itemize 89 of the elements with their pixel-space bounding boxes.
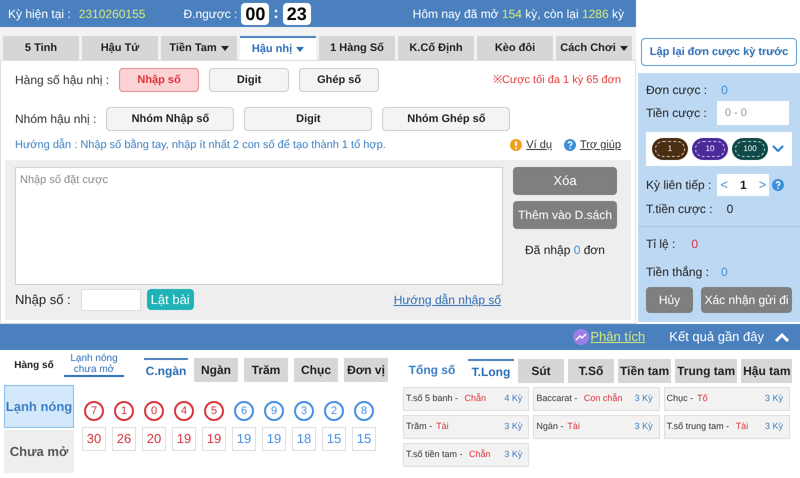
row-heading: Lạnh nóng bbox=[4, 385, 74, 428]
chip-icon[interactable]: 10 bbox=[692, 138, 728, 160]
bet-count-label: Đơn cược : bbox=[646, 82, 708, 99]
game-tab[interactable]: 5 Tinh bbox=[3, 36, 79, 60]
streak-count: 3 Kỳ bbox=[764, 420, 783, 434]
count-cell: 19 bbox=[172, 427, 196, 451]
bet-numbers-field[interactable]: Nhập số đặt cược bbox=[15, 166, 503, 284]
count-cell: 26 bbox=[112, 427, 136, 451]
input-guide-link[interactable]: Hướng dẫn nhập số bbox=[394, 290, 501, 308]
count-cell: 19 bbox=[232, 427, 256, 451]
option-label: Nhóm hậu nhị : bbox=[15, 111, 96, 128]
streak-text: T.số 5 banh - Chẵn bbox=[406, 392, 486, 406]
option-button[interactable]: Nhóm Nhập số bbox=[106, 107, 234, 131]
bet-amount-field[interactable]: 0 - 0 bbox=[716, 101, 789, 125]
count-cell: 19 bbox=[262, 427, 286, 451]
streak-text: Trăm - Tài bbox=[406, 420, 449, 434]
option-button[interactable]: Digit bbox=[244, 107, 372, 131]
count-cell: 15 bbox=[322, 427, 346, 451]
recent-results-title: Kết quả gần đây bbox=[669, 328, 764, 346]
count-cell: 18 bbox=[292, 427, 316, 451]
number-input-label: Nhập số : bbox=[15, 290, 71, 309]
chip-icon[interactable]: 100 bbox=[732, 138, 768, 160]
countdown-seconds: 23 bbox=[282, 2, 311, 24]
count-cell: 20 bbox=[142, 427, 166, 451]
position-tab[interactable]: Trăm bbox=[244, 358, 288, 382]
bet-count-value: 0 bbox=[721, 82, 728, 99]
total-bet-value: 0 bbox=[726, 201, 734, 218]
count-cell: 19 bbox=[202, 427, 226, 451]
period-number: 2310260155 bbox=[78, 6, 146, 22]
game-tab[interactable]: K.Cố Định bbox=[398, 36, 474, 60]
clear-button[interactable]: Xóa bbox=[513, 166, 617, 194]
option-button[interactable]: Ghép số bbox=[299, 68, 380, 92]
consecutive-value: 1 bbox=[740, 177, 747, 194]
streak-count: 3 Kỳ bbox=[764, 392, 783, 406]
count-cell: 30 bbox=[82, 427, 106, 451]
count-cell: 15 bbox=[352, 427, 376, 451]
winnings-value: 0 bbox=[720, 264, 728, 281]
streak-count: 3 Kỳ bbox=[634, 392, 653, 406]
guide-text: Hướng dẫn : Nhập số bằng tay, nhập ít nhất 2 con số để tạo thành 1 tổ hợp. bbox=[15, 138, 386, 153]
streak-count: 3 Kỳ bbox=[504, 448, 522, 462]
entered-count: Đã nhập 0 đơn bbox=[524, 242, 606, 258]
streak-tab[interactable]: Sút bbox=[518, 359, 564, 383]
limit-note: ※Cược tối đa 1 kỳ 65 đơn bbox=[492, 72, 621, 88]
streak-tab[interactable]: Tiền tam bbox=[618, 359, 672, 383]
streak-count: 3 Kỳ bbox=[634, 420, 653, 434]
option-button[interactable]: Nhóm Ghép số bbox=[382, 107, 510, 131]
game-tab[interactable]: Tiền Tam bbox=[161, 36, 237, 60]
game-tab[interactable]: Kèo đôi bbox=[477, 36, 553, 60]
streak-count: 3 Kỳ bbox=[504, 420, 522, 434]
streak-text: Ngàn - Tài bbox=[536, 420, 580, 434]
row-heading: Chưa mở bbox=[4, 430, 74, 473]
countdown-minutes: 00 bbox=[241, 2, 270, 24]
today-summary: Hôm nay đã mở 154 kỳ, còn lại 1286 kỳ bbox=[412, 6, 624, 22]
cancel-button[interactable]: Hủy bbox=[646, 287, 693, 313]
streak-text: T.số trung tam - Tài bbox=[666, 420, 748, 434]
streak-text: T.số tiền tam - Chẵn bbox=[406, 448, 491, 462]
ratio-label: Tỉ lệ : bbox=[646, 236, 676, 253]
position-tab[interactable]: Đơn vị bbox=[344, 358, 388, 382]
position-tab[interactable]: Chục bbox=[294, 358, 338, 382]
total-bet-label: T.tiền cược : bbox=[646, 201, 713, 218]
total-tab[interactable]: Tổng số bbox=[400, 357, 464, 383]
chip-icon[interactable]: 1 bbox=[652, 138, 688, 160]
position-tab[interactable]: Ngàn bbox=[194, 358, 238, 382]
help-link[interactable]: Trợ giúp bbox=[580, 137, 621, 154]
example-link[interactable]: Ví dụ bbox=[526, 137, 552, 154]
ratio-value: 0 bbox=[691, 236, 698, 253]
mode-tab[interactable]: Hàng số bbox=[4, 360, 64, 370]
winnings-label: Tiền thắng : bbox=[646, 264, 709, 281]
option-label: Hàng số hậu nhị : bbox=[15, 72, 110, 89]
game-tab[interactable]: 1 Hàng Số bbox=[319, 36, 395, 60]
confirm-button[interactable]: Xác nhận gửi đi bbox=[701, 287, 792, 313]
game-tab[interactable]: Hậu nhị bbox=[240, 36, 316, 60]
mode-tab[interactable]: Lạnh nóng chưa mở bbox=[64, 353, 124, 377]
streak-text: Chục - Tố bbox=[666, 392, 708, 406]
bet-amount-label: Tiền cược : bbox=[646, 105, 707, 122]
game-tab[interactable]: Cách Chơi bbox=[556, 36, 632, 60]
streak-tab[interactable]: Trung tam bbox=[675, 359, 738, 383]
streak-count: 4 Kỳ bbox=[504, 392, 522, 406]
streak-tab[interactable]: T.Số bbox=[568, 359, 614, 383]
streak-tab[interactable]: Hậu tam bbox=[741, 359, 792, 383]
countdown-separator: : bbox=[273, 4, 279, 24]
period-label: Kỳ hiện tại : bbox=[8, 6, 71, 22]
streak-text: Baccarat - Con chẵn bbox=[536, 392, 622, 406]
repeat-bet-button[interactable]: Lập lại đơn cược kỳ trước bbox=[641, 38, 797, 66]
add-to-list-button[interactable]: Thêm vào D.sách bbox=[513, 200, 617, 228]
consecutive-label: Kỳ liên tiếp : bbox=[646, 177, 712, 194]
countdown-label: Đ.ngược : bbox=[183, 6, 238, 22]
game-tab[interactable]: Hậu Tứ bbox=[82, 36, 158, 60]
option-button[interactable]: Digit bbox=[209, 68, 290, 92]
